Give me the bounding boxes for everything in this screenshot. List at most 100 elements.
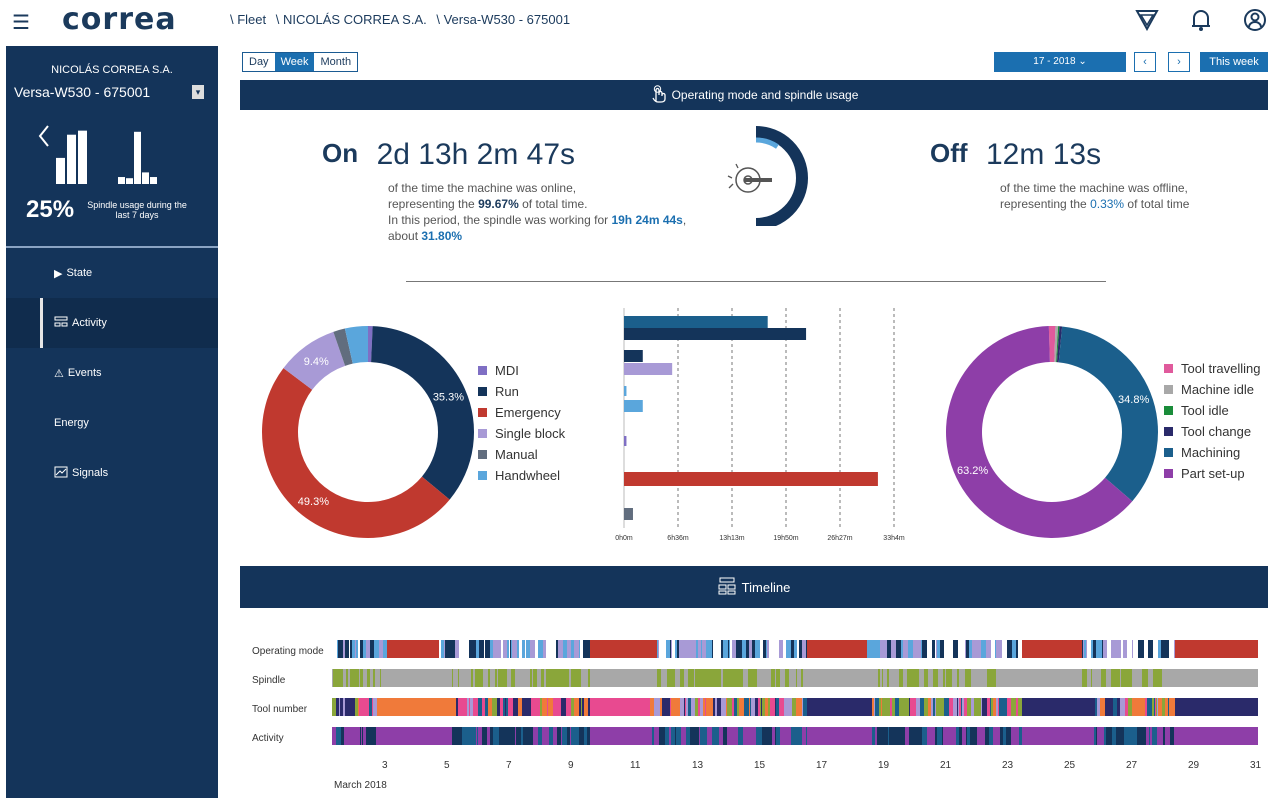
- sidebar-item-label: Energy: [54, 417, 89, 429]
- timeline-segment: [350, 669, 355, 687]
- user-icon[interactable]: [1241, 6, 1269, 34]
- donut-label: 34.8%: [1118, 394, 1149, 406]
- dropdown-icon[interactable]: ▾: [192, 85, 204, 99]
- on-label: On: [322, 138, 359, 168]
- timeline-segment: [705, 669, 710, 687]
- chevron-left-icon: [38, 125, 49, 147]
- warning-icon: ⚠: [54, 367, 64, 380]
- timeline-segment: [373, 698, 377, 716]
- timeline-segment: [960, 640, 965, 658]
- timeline-segment: [937, 640, 940, 658]
- timeline-segment: [1124, 727, 1128, 745]
- period-day-button[interactable]: Day: [243, 53, 275, 71]
- timeline-segment: [1022, 698, 1092, 716]
- timeline-segment: [361, 727, 362, 745]
- sidebar-item-state[interactable]: ▶ State: [6, 248, 218, 298]
- timeline-tool-number[interactable]: [332, 698, 1258, 716]
- timeline-segment: [695, 698, 698, 716]
- timeline-segment: [913, 640, 915, 658]
- timeline-segment: [485, 669, 488, 687]
- date-select[interactable]: 17 - 2018 ⌄: [994, 52, 1126, 72]
- timeline-segment: [1132, 698, 1137, 716]
- timeline-segment: [1102, 640, 1103, 658]
- timeline-segment: [962, 727, 966, 745]
- timeline-segment: [1096, 669, 1101, 687]
- sidebar-item-events[interactable]: ⚠ Events: [6, 348, 218, 398]
- timeline-segment: [663, 727, 665, 745]
- timeline-spindle[interactable]: [332, 669, 1258, 687]
- timeline-segment: [495, 669, 496, 687]
- bell-icon[interactable]: [1187, 6, 1215, 34]
- timeline-segment: [762, 698, 765, 716]
- timeline-segment: [952, 669, 954, 687]
- timeline-segment: [727, 698, 732, 716]
- timeline-segment: [344, 727, 346, 745]
- timeline-segment: [520, 669, 524, 687]
- next-button[interactable]: ›: [1168, 52, 1190, 72]
- timeline-segment: [337, 669, 339, 687]
- timeline-segment: [498, 669, 502, 687]
- x-tick-label: 26h27m: [827, 535, 852, 542]
- timeline-segment: [667, 669, 672, 687]
- legend-item: Manual: [478, 444, 565, 465]
- timeline-segment: [1137, 669, 1140, 687]
- timeline-segment: [919, 669, 924, 687]
- timeline-segment: [517, 640, 519, 658]
- legend-item: MDI: [478, 360, 565, 381]
- breadcrumb-company[interactable]: \ NICOLÁS CORREA S.A.: [276, 12, 427, 27]
- sidebar-item-activity[interactable]: Activity: [6, 298, 218, 348]
- filter-icon[interactable]: [1133, 6, 1161, 34]
- on-desc-line1: of the time the machine was online,: [388, 181, 577, 195]
- timeline-segment: [373, 669, 375, 687]
- divider: [406, 281, 1106, 282]
- timeline-segment: [772, 727, 775, 745]
- timeline-segment: [444, 640, 445, 658]
- timeline-segment: [371, 640, 374, 658]
- timeline-segment: [875, 669, 878, 687]
- timeline-activity[interactable]: [332, 727, 1258, 745]
- timeline-segment: [1113, 698, 1117, 716]
- timeline-segment: [563, 640, 567, 658]
- sidebar-item-energy[interactable]: Energy: [6, 398, 218, 448]
- on-desc-line3: In this period, the spindle was working …: [388, 213, 687, 243]
- timeline-segment: [544, 727, 549, 745]
- timeline-segment: [676, 727, 680, 745]
- company-name: NICOLÁS CORREA S.A.: [51, 64, 173, 76]
- play-icon: ▶: [54, 267, 63, 280]
- this-week-button[interactable]: This week: [1200, 52, 1268, 72]
- menu-icon[interactable]: ☰: [12, 10, 30, 35]
- timeline-segment: [343, 698, 345, 716]
- period-month-button[interactable]: Month: [314, 53, 358, 71]
- usage-bars: [6, 118, 218, 190]
- timeline-segment: [680, 727, 681, 745]
- sidebar-item-signals[interactable]: Signals: [6, 448, 218, 498]
- period-week-button[interactable]: Week: [274, 53, 315, 71]
- timeline-segment: [571, 698, 574, 716]
- timeline-segment: [660, 698, 662, 716]
- timeline-segment: [527, 698, 531, 716]
- bar: [624, 436, 627, 446]
- breadcrumb-machine[interactable]: \ Versa-W530 - 675001: [436, 12, 570, 27]
- timeline-segment: [736, 669, 741, 687]
- timeline-segment: [977, 727, 981, 745]
- timeline-segment: [1086, 640, 1087, 658]
- timeline-segment: [1171, 727, 1174, 745]
- timeline-segment: [659, 727, 663, 745]
- timeline-segment: [966, 727, 967, 745]
- timeline-segment: [476, 727, 477, 745]
- prev-button[interactable]: ‹: [1134, 52, 1156, 72]
- timeline-segment: [350, 698, 355, 716]
- logo[interactable]: correa: [62, 2, 177, 37]
- timeline-segment: [1168, 698, 1169, 716]
- timeline-segment: [996, 640, 999, 658]
- timeline-segment: [885, 640, 887, 658]
- timeline-segment: [700, 727, 704, 745]
- timeline-label: Tool number: [252, 704, 308, 715]
- timeline-segment: [530, 640, 535, 658]
- breadcrumb-fleet[interactable]: \ Fleet: [230, 12, 266, 27]
- machine-selector[interactable]: Versa-W530 - 675001 ▾: [6, 84, 218, 100]
- timeline-segment: [673, 669, 675, 687]
- operating-mode-donut: 35.3% 49.3% 9.4%: [262, 326, 474, 538]
- timeline-operating-mode[interactable]: [332, 640, 1258, 658]
- timeline-segment: [469, 640, 473, 658]
